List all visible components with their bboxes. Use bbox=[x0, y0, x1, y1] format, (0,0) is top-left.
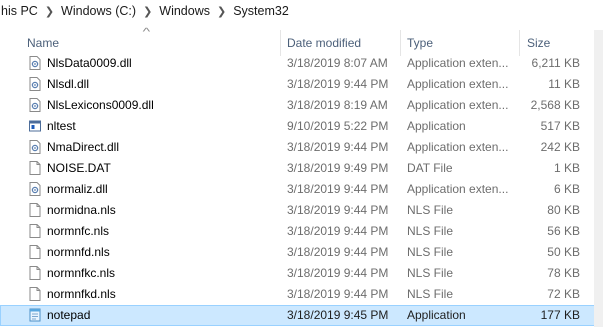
file-date-modified: 3/18/2019 9:44 PM bbox=[287, 245, 389, 259]
file-size: 6,211 KB bbox=[531, 56, 580, 70]
breadcrumb-this-pc[interactable]: his PC bbox=[0, 4, 43, 18]
file-date-modified: 3/18/2019 9:44 PM bbox=[287, 140, 389, 154]
chevron-right-icon[interactable]: ❯ bbox=[141, 5, 154, 18]
dll-file-icon bbox=[29, 56, 41, 70]
file-date-modified: 3/18/2019 9:44 PM bbox=[287, 224, 389, 238]
file-date-modified: 3/18/2019 9:44 PM bbox=[287, 287, 389, 301]
file-type: Application exten... bbox=[407, 140, 509, 154]
file-date-modified: 3/18/2019 9:44 PM bbox=[287, 77, 389, 91]
file-size: 80 KB bbox=[547, 203, 580, 217]
chevron-right-icon[interactable]: ❯ bbox=[43, 5, 56, 18]
file-date-modified: 3/18/2019 8:07 AM bbox=[287, 56, 388, 70]
file-type: NLS File bbox=[407, 266, 454, 280]
file-row[interactable]: normaliz.dll 3/18/2019 9:44 PM Application… bbox=[0, 179, 603, 200]
file-type: Application bbox=[407, 119, 466, 133]
file-size: 517 KB bbox=[540, 119, 580, 133]
file-date-modified: 3/18/2019 9:44 PM bbox=[287, 203, 389, 217]
file-name[interactable]: NlsLexicons0009.dll bbox=[47, 95, 154, 116]
address-bar[interactable]: his PC ❯ Windows (C:) ❯ Windows ❯ System… bbox=[0, 0, 603, 22]
file-type: NLS File bbox=[407, 245, 454, 259]
dll-file-icon bbox=[29, 140, 41, 154]
generic-file-icon bbox=[29, 224, 41, 238]
file-row[interactable]: normidna.nls 3/18/2019 9:44 PM NLS File 80 … bbox=[0, 200, 603, 221]
file-type: NLS File bbox=[407, 287, 454, 301]
file-row[interactable]: NlsData0009.dll 3/18/2019 8:07 AM Applicat… bbox=[0, 53, 603, 74]
file-size: 242 KB bbox=[540, 140, 580, 154]
dll-file-icon bbox=[29, 98, 41, 112]
file-row[interactable]: NlsLexicons0009.dll 3/18/2019 8:19 AM Appl… bbox=[0, 95, 603, 116]
file-type: DAT File bbox=[407, 161, 453, 175]
file-date-modified: 3/18/2019 9:45 PM bbox=[287, 308, 389, 322]
file-name[interactable]: normnfc.nls bbox=[47, 221, 109, 242]
scrollbar[interactable] bbox=[594, 30, 603, 327]
file-type: Application exten... bbox=[407, 98, 509, 112]
file-list: NlsData0009.dll 3/18/2019 8:07 AM Applicat… bbox=[0, 53, 603, 326]
file-size: 11 KB bbox=[548, 77, 580, 91]
file-size: 72 KB bbox=[547, 287, 580, 301]
generic-file-icon bbox=[29, 203, 41, 217]
file-date-modified: 9/10/2019 5:22 PM bbox=[287, 119, 389, 133]
file-row[interactable]: normnfkc.nls 3/18/2019 9:44 PM NLS File 78 … bbox=[0, 263, 603, 284]
file-type: NLS File bbox=[407, 224, 454, 238]
file-type: Application bbox=[407, 308, 466, 322]
file-name[interactable]: normnfkc.nls bbox=[47, 263, 115, 284]
generic-file-icon bbox=[29, 287, 41, 301]
file-name[interactable]: nltest bbox=[47, 116, 76, 137]
generic-file-icon bbox=[29, 161, 41, 175]
breadcrumb-drive-c[interactable]: Windows (C:) bbox=[56, 4, 141, 18]
file-type: Application exten... bbox=[407, 182, 509, 196]
file-row[interactable]: Nlsdl.dll 3/18/2019 9:44 PM Application ex… bbox=[0, 74, 603, 95]
application-icon bbox=[29, 119, 41, 133]
dll-file-icon bbox=[29, 182, 41, 196]
file-row[interactable]: NmaDirect.dll 3/18/2019 9:44 PM Applicatio… bbox=[0, 137, 603, 158]
dll-file-icon bbox=[29, 77, 41, 91]
breadcrumb-windows[interactable]: Windows bbox=[154, 4, 215, 18]
file-size: 56 KB bbox=[547, 224, 580, 238]
file-date-modified: 3/18/2019 9:49 PM bbox=[287, 161, 389, 175]
file-type: NLS File bbox=[407, 203, 454, 217]
file-row[interactable]: normnfkd.nls 3/18/2019 9:44 PM NLS File 72 … bbox=[0, 284, 603, 305]
file-date-modified: 3/18/2019 9:44 PM bbox=[287, 266, 389, 280]
file-name[interactable]: normidna.nls bbox=[47, 200, 116, 221]
file-size: 6 KB bbox=[553, 182, 580, 196]
file-name[interactable]: normaliz.dll bbox=[47, 179, 108, 200]
generic-file-icon bbox=[29, 245, 41, 259]
file-date-modified: 3/18/2019 9:44 PM bbox=[287, 182, 389, 196]
file-date-modified: 3/18/2019 8:19 AM bbox=[287, 98, 388, 112]
generic-file-icon bbox=[29, 266, 41, 280]
file-size: 177 KB bbox=[540, 308, 580, 322]
file-type: Application exten... bbox=[407, 77, 509, 91]
file-name[interactable]: notepad bbox=[47, 305, 90, 326]
file-size: 78 KB bbox=[547, 266, 580, 280]
file-name[interactable]: NOISE.DAT bbox=[47, 158, 111, 179]
chevron-right-icon[interactable]: ❯ bbox=[215, 5, 228, 18]
file-size: 50 KB bbox=[547, 245, 580, 259]
file-size: 2,568 KB bbox=[530, 98, 580, 112]
file-row[interactable]: notepad 3/18/2019 9:45 PM Application 177 K… bbox=[0, 305, 603, 326]
file-name[interactable]: Nlsdl.dll bbox=[47, 74, 89, 95]
file-type: Application exten... bbox=[407, 56, 509, 70]
file-name[interactable]: normnfkd.nls bbox=[47, 284, 116, 305]
file-name[interactable]: NmaDirect.dll bbox=[47, 137, 119, 158]
breadcrumb-system32[interactable]: System32 bbox=[228, 4, 294, 18]
file-row[interactable]: normnfd.nls 3/18/2019 9:44 PM NLS File 50 K… bbox=[0, 242, 603, 263]
file-size: 1 KB bbox=[553, 161, 580, 175]
file-name[interactable]: normnfd.nls bbox=[47, 242, 110, 263]
file-name[interactable]: NlsData0009.dll bbox=[47, 53, 132, 74]
notepad-icon bbox=[29, 308, 41, 322]
file-row[interactable]: NOISE.DAT 3/18/2019 9:49 PM DAT File 1 KB bbox=[0, 158, 603, 179]
file-row[interactable]: normnfc.nls 3/18/2019 9:44 PM NLS File 56 K… bbox=[0, 221, 603, 242]
file-row[interactable]: nltest 9/10/2019 5:22 PM Application 517 KB bbox=[0, 116, 603, 137]
